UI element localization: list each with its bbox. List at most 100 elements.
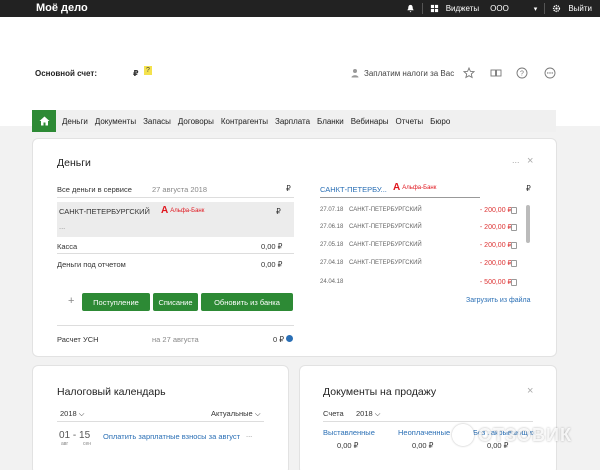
person-icon (351, 69, 359, 78)
all-money-date[interactable]: 27 августа 2018 (152, 185, 207, 194)
widgets-link[interactable]: Виджеты (446, 4, 479, 13)
event-more[interactable]: ... (246, 430, 252, 439)
tax-service-label: Заплатим налоги за Вас (364, 68, 455, 78)
account-currency: ₽ (133, 69, 139, 78)
document-icon[interactable] (511, 242, 517, 249)
transaction-amount: - 200,00 ₽ (479, 224, 512, 231)
check-icon (286, 335, 293, 342)
sales-documents-title: Документы на продажу (323, 386, 437, 398)
transaction-name: САНКТ-ПЕТЕРБУРГСКИЙ (349, 207, 422, 213)
sales-documents-widget: Документы на продажу × Счета 2018 ⌵ Выст… (299, 365, 557, 470)
income-button[interactable]: Поступление (82, 293, 150, 311)
alfa-bank-logo: A Альфа-Банк (161, 205, 205, 216)
nav-item-bureau[interactable]: Бюро (430, 117, 450, 126)
bank-account-row[interactable]: САНКТ-ПЕТЕРБУРГСКИЙ A Альфа-Банк ₽ ... (57, 202, 294, 237)
load-from-file-link[interactable]: Загрузить из файла (466, 297, 531, 304)
transaction-date: 27.05.18 (320, 242, 344, 248)
document-type-selector[interactable]: Счета (323, 409, 344, 418)
transactions-scrollbar[interactable] (526, 205, 530, 243)
logout-link[interactable]: Выйти (568, 4, 592, 13)
divider (323, 421, 533, 422)
nav-item-salary[interactable]: Зарплата (275, 117, 310, 126)
calendar-filter: Актуальные (211, 409, 253, 418)
divider (57, 253, 294, 254)
top-bar: Моё дело Виджеты ООО ▾ Выйти (0, 0, 600, 17)
divider (57, 421, 264, 422)
chevron-down-icon: ⌵ (374, 409, 381, 418)
company-dropdown-icon[interactable]: ▾ (534, 5, 538, 13)
divider (57, 197, 294, 198)
docs-year-selector[interactable]: 2018 ⌵ (356, 409, 380, 419)
update-from-bank-button[interactable]: Обновить из банка (201, 293, 293, 311)
money-widget: Деньги ... × Все деньги в сервисе 27 авг… (32, 138, 557, 357)
home-icon (39, 116, 49, 126)
transaction-date: 27.04.18 (320, 260, 344, 266)
document-icon[interactable] (511, 279, 517, 286)
event-dates: 01 - 15 (59, 430, 91, 441)
alfa-bank-logo: A Альфа-Банк (393, 182, 437, 193)
document-icon[interactable] (511, 207, 517, 214)
issued-value: 0,00 ₽ (337, 441, 359, 450)
document-icon[interactable] (511, 260, 517, 267)
money-minimize-button[interactable]: ... (512, 155, 520, 165)
star-icon[interactable] (463, 67, 475, 79)
nav-item-webinars[interactable]: Вебинары (351, 117, 389, 126)
chevron-down-icon: ⌵ (254, 409, 261, 418)
calendar-year-selector[interactable]: 2018 ⌵ (60, 409, 84, 419)
nav-item-documents[interactable]: Документы (95, 117, 136, 126)
outcome-button[interactable]: Списание (153, 293, 198, 311)
gear-icon[interactable] (552, 4, 561, 13)
cash-value: 0,00 ₽ (261, 242, 283, 251)
main-nav: Деньги Документы Запасы Договоры Контраг… (32, 110, 556, 132)
help-icon[interactable]: ? (516, 67, 528, 79)
nav-item-forms[interactable]: Бланки (317, 117, 344, 126)
add-operation-icon[interactable]: + (68, 295, 74, 307)
transaction-amount: - 200,00 ₽ (479, 260, 512, 267)
sales-documents-close-button[interactable]: × (527, 386, 533, 397)
transaction-amount: - 200,00 ₽ (479, 207, 512, 214)
tax-service-link[interactable]: Заплатим налоги за Вас (350, 68, 454, 78)
bank-more[interactable]: ... (59, 222, 65, 231)
divider (57, 325, 294, 326)
nav-item-reports[interactable]: Отчеты (396, 117, 424, 126)
home-button[interactable] (32, 110, 56, 132)
nav-item-contractors[interactable]: Контрагенты (221, 117, 268, 126)
top-bar-right: Виджеты ООО ▾ Выйти (406, 0, 592, 17)
alfa-bank-label: Альфа-Банк (402, 184, 437, 191)
nav-item-money[interactable]: Деньги (62, 117, 88, 126)
bell-icon[interactable] (406, 4, 415, 13)
company-selector[interactable]: ООО (490, 4, 509, 13)
event-month-end: сен (83, 441, 92, 447)
all-money-currency: ₽ (286, 184, 291, 193)
app-logo[interactable]: Моё дело (36, 2, 88, 14)
transaction-name: САНКТ-ПЕТЕРБУРГСКИЙ (349, 224, 422, 230)
event-link[interactable]: Оплатить зарплатные взносы за август (103, 432, 240, 441)
widgets-icon (430, 4, 438, 13)
nav-item-stock[interactable]: Запасы (143, 117, 171, 126)
tax-calendar-widget: Налоговый календарь 2018 ⌵ Актуальные ⌵ … (32, 365, 289, 470)
bank-name: САНКТ-ПЕТЕРБУРГСКИЙ (59, 207, 150, 216)
nav-item-contracts[interactable]: Договоры (178, 117, 214, 126)
transaction-date: 24.04.18 (320, 279, 344, 285)
bank-currency: ₽ (276, 207, 281, 216)
unpaid-link[interactable]: Неоплаченные (398, 428, 450, 437)
svg-text:?: ? (520, 71, 524, 78)
calendar-year: 2018 (60, 409, 77, 418)
calendar-filter-selector[interactable]: Актуальные ⌵ (211, 409, 261, 419)
document-icon[interactable] (511, 224, 517, 231)
issued-link[interactable]: Выставленные (323, 428, 375, 437)
divider (320, 197, 480, 198)
watermark: ОТЗОВИК (452, 424, 572, 446)
watermark-text: ОТЗОВИК (478, 424, 572, 445)
book-icon[interactable] (490, 67, 502, 79)
docs-year: 2018 (356, 409, 373, 418)
right-bank-selector[interactable]: САНКТ-ПЕТЕРБУ... (320, 185, 387, 194)
account-help-badge[interactable]: ? (144, 66, 152, 75)
unpaid-value: 0,00 ₽ (412, 441, 434, 450)
chat-icon[interactable] (544, 67, 556, 79)
money-close-button[interactable]: × (527, 156, 533, 167)
tax-calendar-title: Налоговый календарь (57, 386, 166, 398)
report-money-value: 0,00 ₽ (261, 260, 283, 269)
report-money-label: Деньги под отчетом (57, 260, 126, 269)
transaction-amount: - 200,00 ₽ (479, 242, 512, 249)
